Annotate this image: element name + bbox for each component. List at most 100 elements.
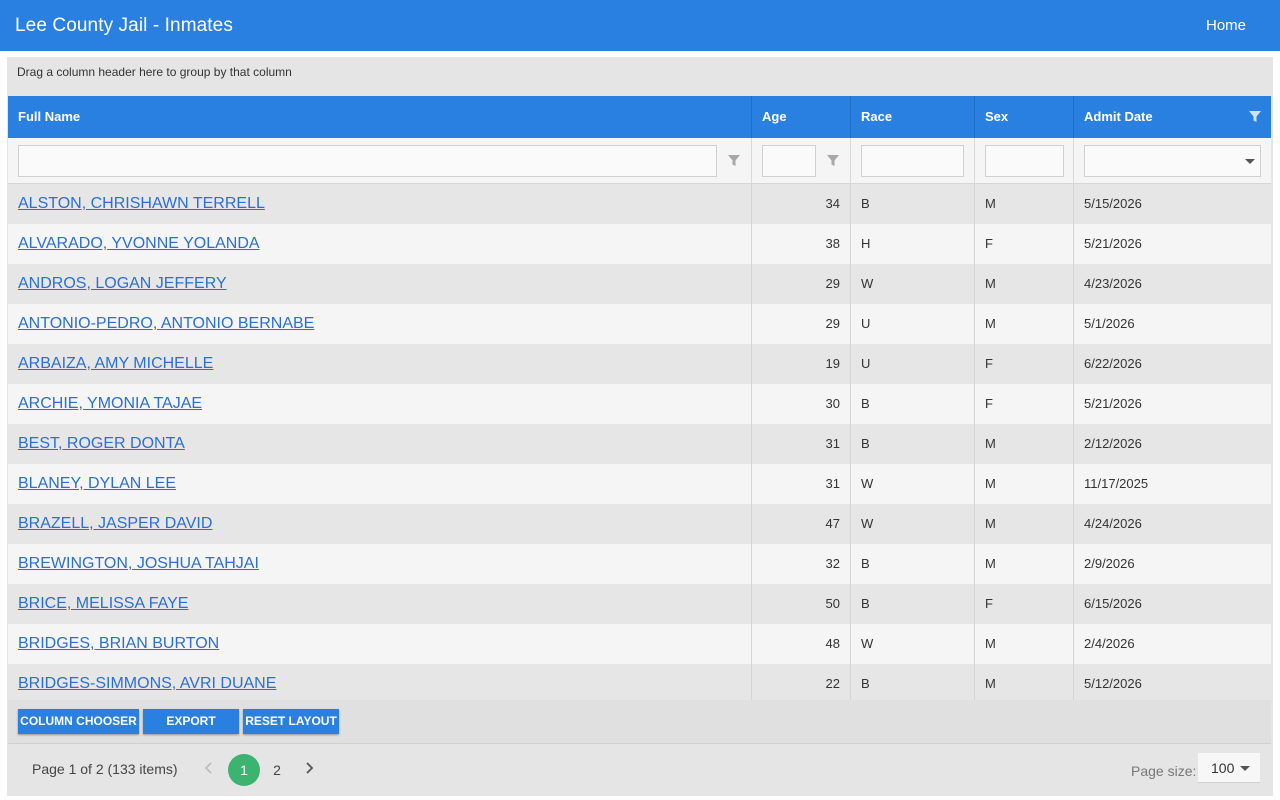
cell-sex: F — [975, 584, 1074, 624]
cell-sex: M — [975, 504, 1074, 544]
cell-sex: M — [975, 544, 1074, 584]
cell-sex: M — [975, 424, 1074, 464]
column-header-row: Full Name Age Race Sex Admit Date — [8, 96, 1271, 138]
column-header-full-name[interactable]: Full Name — [8, 96, 752, 138]
app-header: Lee County Jail - Inmates Home — [0, 0, 1280, 51]
cell-admit-date: 5/21/2026 — [1084, 236, 1142, 251]
filter-cell-race — [851, 138, 975, 184]
page-size-value: 100 — [1211, 760, 1235, 776]
inmate-name-link[interactable]: BRIDGES-SIMMONS, AVRI DUANE — [18, 675, 276, 692]
inmate-name-link[interactable]: ALSTON, CHRISHAWN TERRELL — [18, 195, 265, 212]
cell-age: 32 — [752, 544, 851, 584]
inmate-name-link[interactable]: BRICE, MELISSA FAYE — [18, 595, 188, 612]
cell-race: B — [851, 184, 975, 224]
filter-input-full-name[interactable] — [18, 145, 717, 177]
cell-race: B — [851, 424, 975, 464]
inmate-name-link[interactable]: BREWINGTON, JOSHUA TAHJAI — [18, 555, 259, 572]
chevron-right-icon[interactable] — [302, 761, 316, 775]
table-row[interactable]: BRAZELL, JASPER DAVID 47 W M 4/24/2026 — [8, 504, 1271, 544]
inmate-name-link[interactable]: ALVARADO, YVONNE YOLANDA — [18, 235, 260, 252]
inmate-name-link[interactable]: ARCHIE, YMONIA TAJAE — [18, 395, 202, 412]
chevron-down-icon[interactable] — [1245, 159, 1255, 164]
column-chooser-button[interactable]: COLUMN CHOOSER — [18, 709, 139, 734]
table-row[interactable]: BRIDGES, BRIAN BURTON 48 W M 2/4/2026 — [8, 624, 1271, 664]
cell-race: B — [851, 384, 975, 424]
home-link[interactable]: Home — [1206, 17, 1246, 34]
cell-sex: M — [975, 264, 1074, 304]
pager-info: Page 1 of 2 (133 items) — [32, 761, 178, 777]
cell-sex: M — [975, 664, 1074, 700]
cell-age: 29 — [752, 304, 851, 344]
table-row[interactable]: ANTONIO-PEDRO, ANTONIO BERNABE 29 U M 5/1/20… — [8, 304, 1271, 344]
filter-icon[interactable] — [728, 155, 740, 167]
column-header-race[interactable]: Race — [851, 96, 975, 138]
cell-race: B — [851, 584, 975, 624]
cell-full-name: BRIDGES, BRIAN BURTON — [8, 624, 752, 664]
table-row[interactable]: BRICE, MELISSA FAYE 50 B F 6/15/2026 — [8, 584, 1271, 624]
inmate-name-link[interactable]: ARBAIZA, AMY MICHELLE — [18, 355, 213, 372]
cell-race: B — [851, 544, 975, 584]
cell-full-name: BRIDGES-SIMMONS, AVRI DUANE — [8, 664, 752, 700]
table-row[interactable]: ARCHIE, YMONIA TAJAE 30 B F 5/21/2026 — [8, 384, 1271, 424]
data-rows: ALSTON, CHRISHAWN TERRELL 34 B M 5/15/2026 AL… — [8, 184, 1271, 700]
table-row[interactable]: ALSTON, CHRISHAWN TERRELL 34 B M 5/15/2026 — [8, 184, 1271, 224]
filter-icon[interactable] — [827, 155, 839, 167]
table-row[interactable]: ALVARADO, YVONNE YOLANDA 38 H F 5/21/2026 — [8, 224, 1271, 264]
inmate-name-link[interactable]: ANTONIO-PEDRO, ANTONIO BERNABE — [18, 315, 314, 332]
cell-race: U — [851, 344, 975, 384]
cell-sex: F — [975, 384, 1074, 424]
table-row[interactable]: ARBAIZA, AMY MICHELLE 19 U F 6/22/2026 — [8, 344, 1271, 384]
inmate-name-link[interactable]: BRAZELL, JASPER DAVID — [18, 515, 212, 532]
cell-full-name: BEST, ROGER DONTA — [8, 424, 752, 464]
table-row[interactable]: BEST, ROGER DONTA 31 B M 2/12/2026 — [8, 424, 1271, 464]
export-button[interactable]: EXPORT — [143, 709, 239, 734]
column-header-admit-date[interactable]: Admit Date — [1074, 96, 1271, 138]
column-header-sex[interactable]: Sex — [975, 96, 1074, 138]
cell-admit-date: 4/24/2026 — [1084, 516, 1142, 531]
inmates-grid: Drag a column header here to group by th… — [7, 57, 1273, 796]
group-panel-hint[interactable]: Drag a column header here to group by th… — [17, 65, 292, 79]
column-header-admit-date-label: Admit Date — [1084, 109, 1153, 124]
cell-admit-date: 6/22/2026 — [1084, 356, 1142, 371]
filter-cell-age — [752, 138, 851, 184]
filter-select-admit-date[interactable] — [1084, 145, 1261, 177]
table-row[interactable]: BLANEY, DYLAN LEE 31 W M 11/17/2025 — [8, 464, 1271, 504]
inmate-name-link[interactable]: BLANEY, DYLAN LEE — [18, 475, 176, 492]
cell-sex: M — [975, 184, 1074, 224]
cell-full-name: BRICE, MELISSA FAYE — [8, 584, 752, 624]
table-row[interactable]: ANDROS, LOGAN JEFFERY 29 W M 4/23/2026 — [8, 264, 1271, 304]
inmate-name-link[interactable]: BEST, ROGER DONTA — [18, 435, 185, 452]
page-button-1[interactable]: 1 — [228, 754, 260, 786]
inmate-name-link[interactable]: BRIDGES, BRIAN BURTON — [18, 635, 219, 652]
filter-input-race[interactable] — [861, 145, 964, 177]
cell-admit-date: 5/1/2026 — [1084, 316, 1135, 331]
chevron-left-icon[interactable] — [202, 761, 216, 775]
cell-full-name: ALSTON, CHRISHAWN TERRELL — [8, 184, 752, 224]
cell-full-name: BRAZELL, JASPER DAVID — [8, 504, 752, 544]
cell-age: 19 — [752, 344, 851, 384]
filter-icon[interactable] — [1249, 111, 1261, 123]
inmate-name-link[interactable]: ANDROS, LOGAN JEFFERY — [18, 275, 227, 292]
page-title: Lee County Jail - Inmates — [15, 15, 233, 36]
cell-age: 50 — [752, 584, 851, 624]
cell-full-name: ANDROS, LOGAN JEFFERY — [8, 264, 752, 304]
column-header-age[interactable]: Age — [752, 96, 851, 138]
cell-admit-date: 5/21/2026 — [1084, 396, 1142, 411]
cell-admit-date: 5/15/2026 — [1084, 196, 1142, 211]
table-row[interactable]: BREWINGTON, JOSHUA TAHJAI 32 B M 2/9/2026 — [8, 544, 1271, 584]
filter-row — [8, 138, 1271, 184]
table-row[interactable]: BRIDGES-SIMMONS, AVRI DUANE 22 B M 5/12/2026 — [8, 664, 1271, 700]
filter-input-age[interactable] — [762, 145, 816, 177]
cell-admit-date: 5/12/2026 — [1084, 676, 1142, 691]
reset-layout-button[interactable]: RESET LAYOUT — [243, 709, 339, 734]
cell-full-name: ARBAIZA, AMY MICHELLE — [8, 344, 752, 384]
cell-sex: M — [975, 624, 1074, 664]
cell-full-name: ARCHIE, YMONIA TAJAE — [8, 384, 752, 424]
cell-full-name: ANTONIO-PEDRO, ANTONIO BERNABE — [8, 304, 752, 344]
page-size-label: Page size: — [1131, 763, 1197, 779]
page-size-select[interactable]: 100 — [1198, 753, 1260, 783]
filter-input-sex[interactable] — [985, 145, 1064, 177]
cell-age: 29 — [752, 264, 851, 304]
page-button-2[interactable]: 2 — [261, 754, 293, 786]
cell-race: W — [851, 264, 975, 304]
